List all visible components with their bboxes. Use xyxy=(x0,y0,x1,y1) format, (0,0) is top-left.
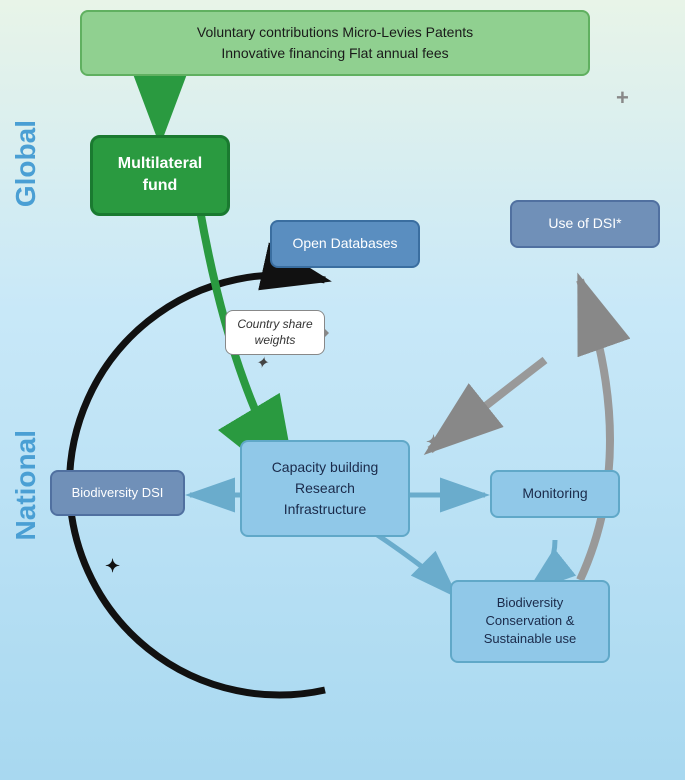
biodiversity-conservation-label: BiodiversityConservation &Sustainable us… xyxy=(484,595,577,646)
monitoring-label: Monitoring xyxy=(522,485,587,501)
capacity-building-label: Capacity buildingResearchInfrastructure xyxy=(272,459,379,517)
biodiversity-conservation-box: BiodiversityConservation &Sustainable us… xyxy=(450,580,610,663)
open-databases-box: Open Databases xyxy=(270,220,420,268)
capacity-building-box: Capacity buildingResearchInfrastructure xyxy=(240,440,410,537)
flow-arrows-svg: ✦ + ✦ ✦ xyxy=(0,0,685,780)
use-of-dsi-box: Use of DSI* xyxy=(510,200,660,248)
diagram-container: ✦ + ✦ ✦ Global National Voluntary contri… xyxy=(0,0,685,780)
monitoring-box: Monitoring xyxy=(490,470,620,518)
biodiversity-dsi-label: Biodiversity DSI xyxy=(72,485,164,500)
biodiversity-dsi-box: Biodiversity DSI xyxy=(50,470,185,516)
label-global: Global xyxy=(10,120,42,207)
svg-text:✦: ✦ xyxy=(105,556,120,576)
use-of-dsi-label: Use of DSI* xyxy=(548,215,621,231)
svg-text:✦: ✦ xyxy=(255,355,270,372)
country-share-weights-bubble: Country share weights xyxy=(225,310,325,355)
funding-box: Voluntary contributions Micro-Levies Pat… xyxy=(80,10,590,76)
svg-text:+: + xyxy=(616,85,629,110)
open-databases-label: Open Databases xyxy=(292,235,397,251)
svg-text:✦: ✦ xyxy=(426,432,441,452)
multilateral-fund-box: Multilateralfund xyxy=(90,135,230,216)
funding-line2: Innovative financing Flat annual fees xyxy=(221,45,448,61)
label-national: National xyxy=(10,430,42,540)
country-share-weights-label: Country share weights xyxy=(237,317,312,347)
multilateral-fund-label: Multilateralfund xyxy=(118,155,202,194)
funding-line1: Voluntary contributions Micro-Levies Pat… xyxy=(197,24,473,40)
